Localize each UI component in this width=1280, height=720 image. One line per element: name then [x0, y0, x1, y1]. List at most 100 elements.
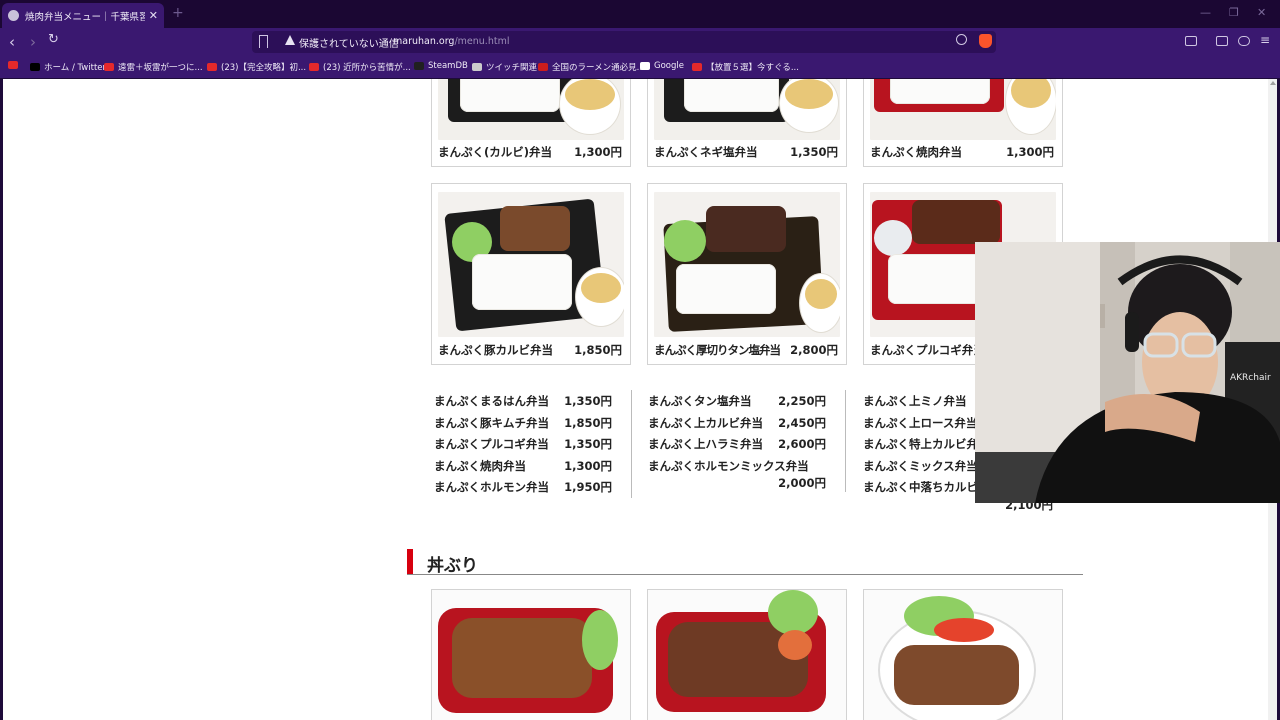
bookmark-label: Google	[654, 61, 684, 71]
minimize-icon[interactable]: —	[1200, 6, 1211, 19]
bookmark-favicon-icon	[692, 63, 702, 71]
bookmark-icon[interactable]	[259, 35, 268, 48]
menu-item-name: まんぷく厚切りタン塩弁当	[654, 343, 781, 357]
section-title: 丼ぶり	[427, 556, 478, 576]
menu-item-name: まんぷくネギ塩弁当	[654, 145, 758, 159]
reading-list-icon[interactable]	[1185, 36, 1197, 46]
divider	[845, 390, 846, 492]
menu-icon[interactable]: ≡	[1260, 33, 1270, 47]
bookmark-label: ツイッチ関連	[486, 63, 538, 73]
price-list-col1: まんぷくまるはん弁当 1,350円 まんぷく豚キムチ弁当 1,850円 まんぷくプルコギ…	[434, 393, 612, 501]
bookmark-item[interactable]: (23)【完全攻略】初...	[207, 61, 306, 73]
brave-shield-icon[interactable]	[979, 34, 992, 48]
price-list-row: まんぷく豚キムチ弁当 1,850円	[434, 415, 612, 437]
menu-item-price: 2,000円	[778, 476, 826, 490]
bookmark-label: SteamDB	[428, 61, 468, 71]
bento-image	[438, 192, 624, 337]
menu-card[interactable]: まんぷく豚カルビ弁当 1,850円	[431, 183, 631, 365]
tab-strip: 焼肉弁当メニュー｜千葉県習志野市 ✕ + — ❐ ✕	[0, 0, 1280, 28]
close-window-icon[interactable]: ✕	[1257, 6, 1266, 19]
bookmark-item[interactable]: 遠雷＋坂雷が一つに...	[104, 61, 203, 73]
bookmark-item[interactable]: Google	[640, 61, 684, 71]
menu-card[interactable]: まんぷく焼肉弁当 1,300円	[863, 79, 1063, 167]
menu-item-name: まんぷくプルコギ弁当	[870, 343, 985, 357]
price-list-row: まんぷく上ハラミ弁当 2,600円	[648, 436, 826, 458]
maximize-icon[interactable]: ❐	[1229, 6, 1239, 19]
price-list-row: まんぷくまるはん弁当 1,350円	[434, 393, 612, 415]
reload-icon[interactable]: ↻	[48, 32, 59, 47]
bento-image	[654, 192, 840, 337]
menu-item-price: 1,300円	[574, 145, 622, 159]
menu-item-price: 1,300円	[564, 458, 612, 473]
sidebar-icon[interactable]	[1216, 36, 1228, 46]
browser-window: 焼肉弁当メニュー｜千葉県習志野市 ✕ + — ❐ ✕ ‹ › ↻ 保護されていな…	[0, 0, 1280, 720]
url-host: maruhan.org	[393, 36, 455, 47]
bookmark-item[interactable]: ツイッチ関連	[472, 61, 537, 73]
bookmark-label: (23) 近所から苦情が...	[323, 63, 411, 73]
url-path: /menu.html	[454, 36, 510, 47]
menu-card[interactable]: まんぷく厚切りタン塩弁当 2,800円	[647, 183, 847, 365]
menu-item-name: まんぷく(カルビ)弁当	[438, 145, 553, 159]
menu-item-name: まんぷく上カルビ弁当	[648, 415, 763, 430]
menu-item-price: 2,250円	[778, 394, 826, 408]
bookmark-label: 全国のラーメン通必見...	[552, 63, 645, 73]
bookmark-item[interactable]: (23) 近所から苦情が...	[309, 61, 411, 73]
menu-item-price: 2,450円	[778, 415, 826, 430]
menu-card[interactable]	[863, 589, 1063, 720]
menu-card[interactable]	[647, 589, 847, 720]
menu-card[interactable]	[431, 589, 631, 720]
bookmark-item[interactable]: 全国のラーメン通必見...	[538, 61, 645, 73]
bookmark-item[interactable]: SteamDB	[414, 61, 468, 71]
bento-image	[438, 79, 624, 140]
menu-item-price: 2,600円	[778, 437, 826, 451]
menu-card[interactable]: まんぷくネギ塩弁当 1,350円	[647, 79, 847, 167]
bookmark-label: 遠雷＋坂雷が一つに...	[118, 63, 203, 73]
menu-item-price: 1,350円	[790, 145, 838, 159]
menu-item-price: 1,950円	[564, 480, 612, 494]
menu-item-price: 1,350円	[564, 437, 612, 451]
menu-item-price: 1,850円	[574, 343, 622, 357]
price-list-row: まんぷく上カルビ弁当 2,450円	[648, 415, 826, 437]
donburi-image	[864, 590, 1062, 720]
donburi-image	[432, 590, 630, 720]
zoom-icon[interactable]	[956, 34, 967, 45]
bookmark-favicon-icon	[640, 62, 650, 70]
bookmark-item[interactable]	[8, 61, 22, 69]
bookmark-favicon-icon	[8, 61, 18, 69]
browser-tab[interactable]: 焼肉弁当メニュー｜千葉県習志野市 ✕	[2, 3, 164, 28]
warning-icon[interactable]	[285, 35, 295, 45]
menu-item-name: まんぷく上ロース弁当	[863, 415, 978, 430]
price-list-row: まんぷく焼肉弁当 1,300円	[434, 458, 612, 480]
scroll-up-icon[interactable]	[1270, 81, 1276, 85]
streamer-video: AKRchair	[975, 242, 1280, 503]
bookmark-item[interactable]: ホーム / Twitter	[30, 61, 106, 73]
security-status[interactable]: 保護されていない通信	[299, 35, 399, 50]
wallet-icon[interactable]	[1238, 36, 1250, 46]
menu-item-name: まんぷく特上カルビ弁当	[863, 437, 990, 451]
menu-item-name: まんぷくまるはん弁当	[434, 394, 549, 408]
tab-title: 焼肉弁当メニュー｜千葉県習志野市	[25, 11, 145, 23]
divider	[631, 390, 632, 498]
url-text[interactable]: maruhan.org/menu.html	[393, 36, 509, 47]
menu-item-price: 1,850円	[564, 415, 612, 430]
price-list-col2: まんぷくタン塩弁当 2,250円まんぷく上カルビ弁当 2,450円まんぷく上ハラミ弁…	[648, 393, 826, 497]
bookmark-item[interactable]: 【放置５選】今すぐる...	[692, 61, 799, 73]
bookmark-favicon-icon	[538, 63, 548, 71]
menu-card[interactable]: まんぷく(カルビ)弁当 1,300円	[431, 79, 631, 167]
menu-item-name: まんぷく焼肉弁当	[434, 458, 526, 473]
menu-item-price: 1,350円	[564, 394, 612, 408]
section-heading: 丼ぶり	[407, 549, 1083, 576]
bookmark-favicon-icon	[414, 62, 424, 70]
menu-item-name: まんぷく上ハラミ弁当	[648, 437, 763, 451]
menu-item-name: まんぷくホルモン弁当	[434, 480, 549, 494]
bento-image	[654, 79, 840, 140]
price-list-row: まんぷくホルモン弁当 1,950円	[434, 479, 612, 501]
menu-item-name: まんぷく焼肉弁当	[870, 145, 962, 159]
new-tab-button[interactable]: +	[172, 5, 184, 21]
back-icon[interactable]: ‹	[9, 33, 15, 51]
bookmark-favicon-icon	[472, 63, 482, 71]
menu-item-name: まんぷくタン塩弁当	[648, 394, 752, 408]
menu-item-price: 2,800円	[790, 343, 838, 357]
close-tab-icon[interactable]: ✕	[149, 9, 158, 22]
forward-icon[interactable]: ›	[30, 33, 36, 51]
